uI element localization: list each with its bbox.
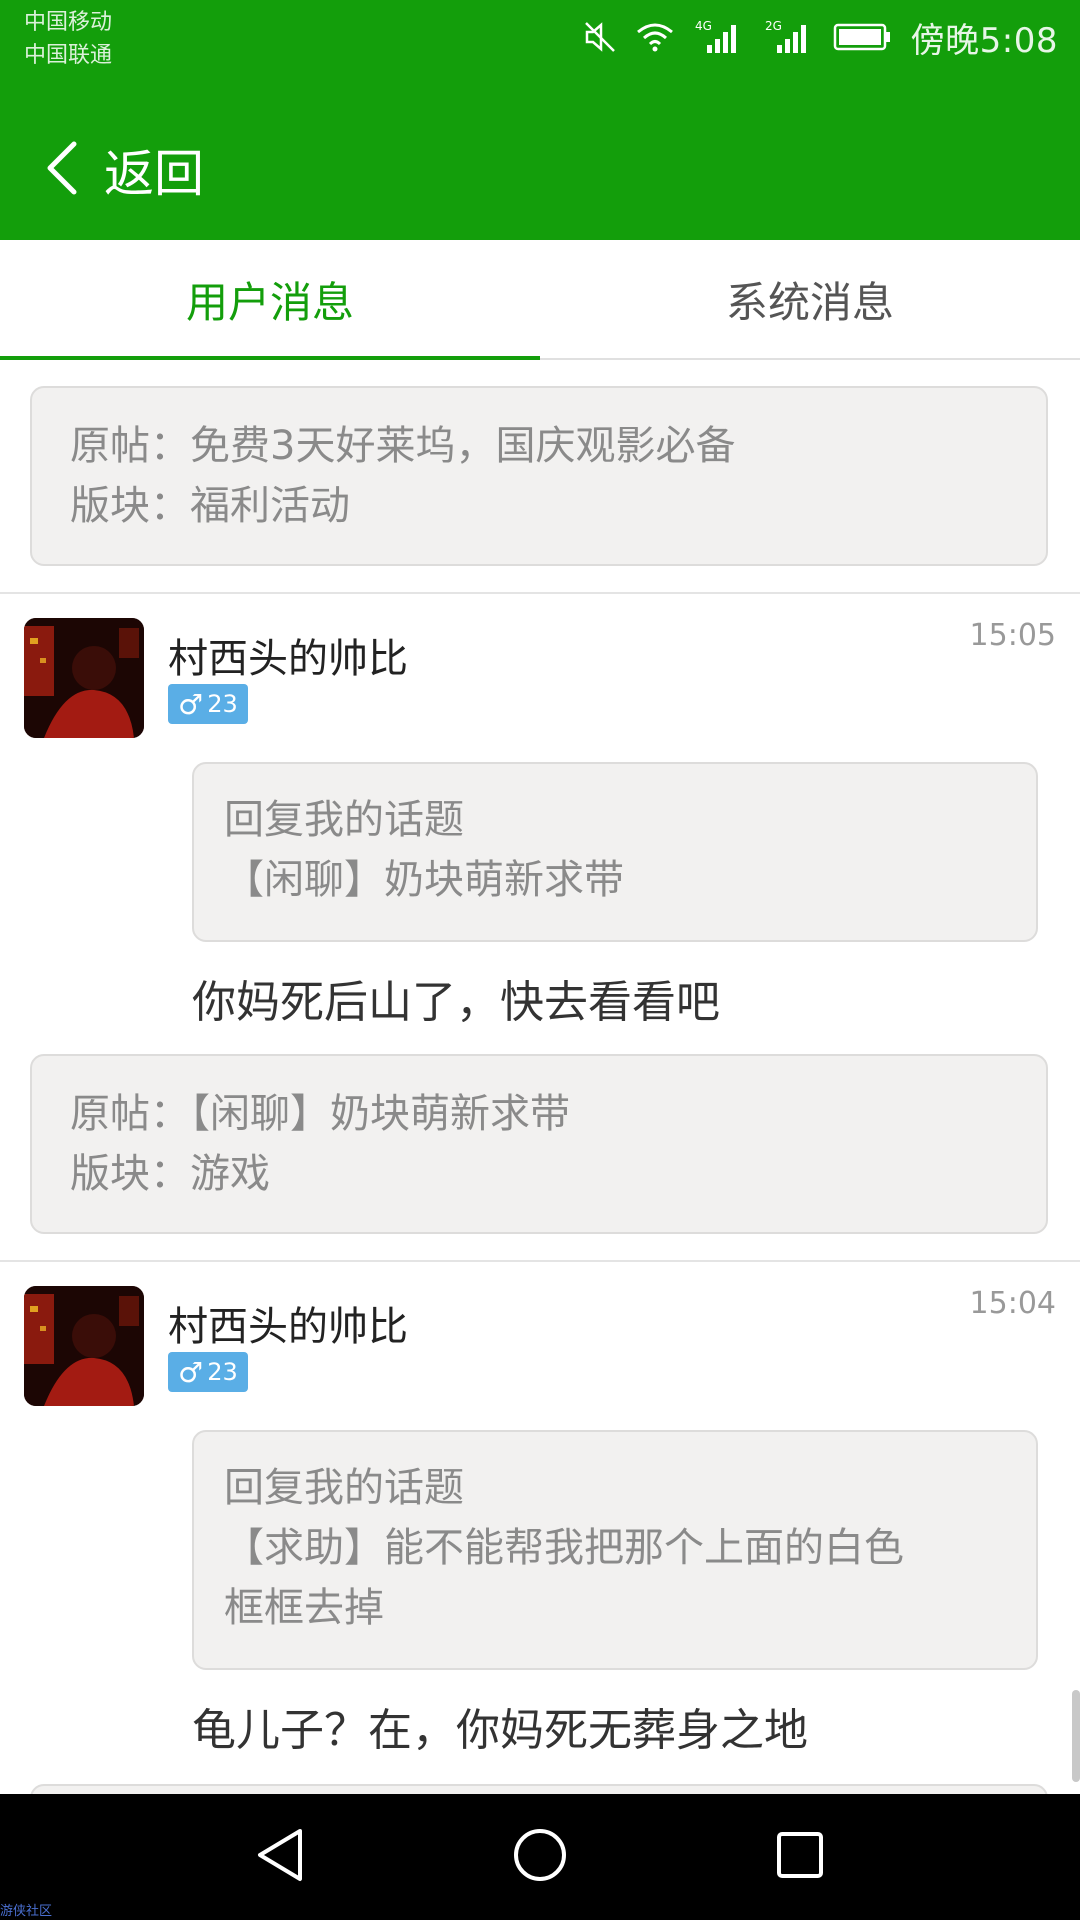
carrier-info: 中国移动 中国联通 — [24, 6, 112, 72]
signal-4g-icon: 4G — [693, 17, 745, 57]
app-header: 中国移动 中国联通 4G 2G 傍晚5:08 返回 — [0, 0, 1080, 240]
origin-post-prefix: 原帖： — [70, 423, 190, 469]
message-time: 15:05 — [969, 618, 1056, 653]
nav-home-button[interactable] — [500, 1817, 580, 1897]
navigation-bar: 游侠社区 — [0, 1794, 1080, 1920]
mute-icon — [583, 20, 617, 54]
divider — [0, 592, 1080, 594]
origin-post-card-partial[interactable] — [30, 1784, 1048, 1794]
male-icon: ♂ — [178, 1355, 204, 1389]
status-time: 傍晚5:08 — [910, 20, 1058, 61]
back-button[interactable]: 返回 — [44, 130, 204, 210]
chevron-left-icon — [44, 140, 78, 200]
tab-system-messages[interactable]: 系统消息 — [540, 240, 1080, 358]
triangle-back-icon — [254, 1827, 306, 1887]
message-time: 15:04 — [969, 1286, 1056, 1321]
back-label: 返回 — [104, 145, 204, 203]
origin-post-title: 【闲聊】奶块萌新求带 — [190, 1091, 570, 1137]
origin-post-prefix: 原帖： — [70, 1091, 190, 1137]
nav-recents-button[interactable] — [760, 1817, 840, 1897]
square-recents-icon — [775, 1830, 825, 1884]
message-item: 村西头的帅比 ♂ 23 15:05 回复我的话题 【闲聊】奶块萌新求带 你妈死后… — [0, 618, 1080, 1128]
origin-board-prefix: 版块： — [70, 483, 190, 529]
screen: 中国移动 中国联通 4G 2G 傍晚5:08 返回 用户消息 系统消息 原帖：免… — [0, 0, 1080, 1920]
nav-back-button[interactable] — [240, 1817, 320, 1897]
reply-topic-card[interactable]: 回复我的话题 【求助】能不能帮我把那个上面的白色 框框去掉 — [192, 1430, 1038, 1670]
wifi-icon — [635, 20, 675, 54]
origin-post-line: 原帖：免费3天好莱坞，国庆观影必备 — [70, 416, 1008, 476]
divider — [0, 1260, 1080, 1262]
origin-post-card[interactable]: 原帖：【闲聊】奶块萌新求带 版块：游戏 — [30, 1054, 1048, 1234]
svg-text:4G: 4G — [695, 19, 712, 33]
message-list: 原帖：免费3天好莱坞，国庆观影必备 版块：福利活动 村西头的帅比 ♂ 23 15… — [0, 360, 1080, 1794]
origin-post-line: 原帖：【闲聊】奶块萌新求带 — [70, 1084, 1008, 1144]
message-text: 龟儿子？在，你妈死无葬身之地 — [192, 1705, 808, 1756]
male-icon: ♂ — [178, 687, 204, 721]
username[interactable]: 村西头的帅比 — [168, 626, 408, 684]
carrier-1: 中国移动 — [24, 10, 113, 35]
avatar[interactable] — [24, 618, 144, 738]
reply-topic: 【闲聊】奶块萌新求带 — [224, 857, 624, 903]
origin-board-name: 福利活动 — [190, 483, 350, 529]
reply-title: 回复我的话题 — [224, 797, 464, 843]
origin-post-title: 免费3天好莱坞，国庆观影必备 — [190, 423, 736, 469]
svg-text:2G: 2G — [765, 19, 782, 33]
watermark: 游侠社区 — [0, 1904, 53, 1919]
signal-2g-icon: 2G — [763, 17, 815, 57]
message-item: 村西头的帅比 ♂ 23 15:04 回复我的话题 【求助】能不能帮我把那个上面的… — [0, 1286, 1080, 1794]
gender-level-badge: ♂ 23 — [168, 1352, 248, 1392]
username[interactable]: 村西头的帅比 — [168, 1294, 408, 1352]
user-level: 23 — [207, 690, 238, 718]
scrollbar-thumb[interactable] — [1072, 1690, 1080, 1782]
reply-topic-line-2: 框框去掉 — [224, 1585, 384, 1631]
circle-home-icon — [512, 1827, 568, 1887]
message-tabs: 用户消息 系统消息 — [0, 240, 1080, 360]
user-level: 23 — [207, 1358, 238, 1386]
tab-user-messages[interactable]: 用户消息 — [0, 240, 540, 360]
origin-board-prefix: 版块： — [70, 1151, 190, 1197]
origin-post-card[interactable]: 原帖：免费3天好莱坞，国庆观影必备 版块：福利活动 — [30, 386, 1048, 566]
origin-board-name: 游戏 — [190, 1151, 270, 1197]
carrier-2: 中国联通 — [24, 43, 113, 68]
origin-board-line: 版块：游戏 — [70, 1144, 1008, 1204]
reply-topic-line-1: 【求助】能不能帮我把那个上面的白色 — [224, 1525, 904, 1571]
avatar[interactable] — [24, 1286, 144, 1406]
origin-board-line: 版块：福利活动 — [70, 476, 1008, 536]
message-text: 你妈死后山了，快去看看吧 — [192, 977, 720, 1028]
reply-title: 回复我的话题 — [224, 1465, 464, 1511]
battery-icon — [833, 22, 893, 52]
status-icons: 4G 2G 傍晚5:08 — [583, 12, 1058, 62]
reply-topic-card[interactable]: 回复我的话题 【闲聊】奶块萌新求带 — [192, 762, 1038, 942]
gender-level-badge: ♂ 23 — [168, 684, 248, 724]
